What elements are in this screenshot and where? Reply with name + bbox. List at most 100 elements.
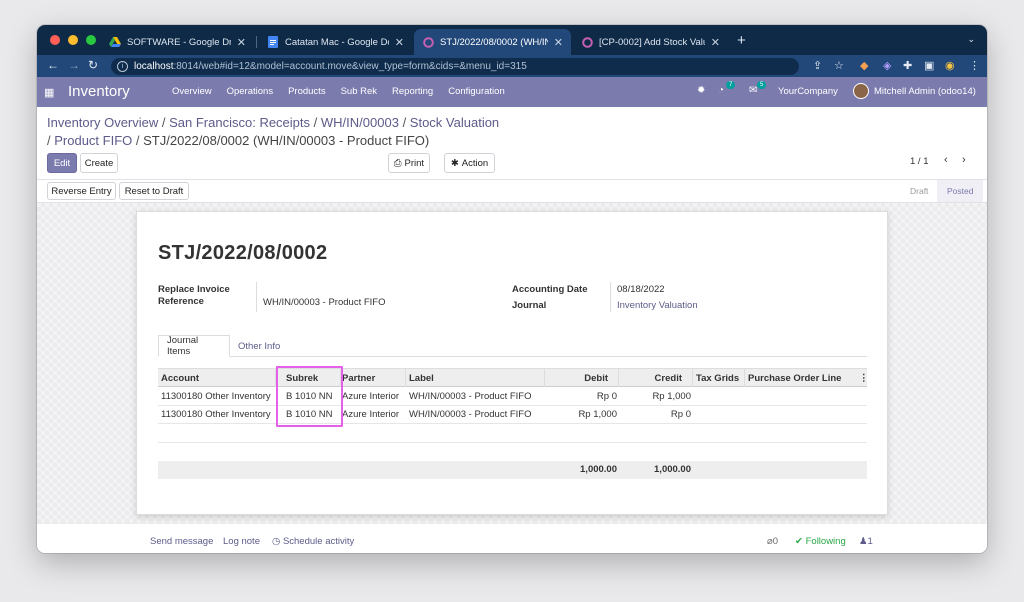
pager-next-icon[interactable]: ›	[962, 154, 966, 166]
close-window-button[interactable]	[50, 35, 60, 45]
minimize-window-button[interactable]	[68, 35, 78, 45]
breadcrumb-picking[interactable]: WH/IN/00003	[321, 115, 399, 130]
follower-count: 1	[867, 536, 873, 547]
browser-window: SOFTWARE - Google Drive ✕ Catatan Mac - …	[37, 25, 987, 553]
menu-item-reporting[interactable]: Reporting	[392, 86, 433, 97]
user-avatar[interactable]	[853, 83, 869, 99]
tab-search-chevron-icon[interactable]: ⌄	[967, 34, 975, 45]
form-sheet: STJ/2022/08/0002 Replace Invoice Referen…	[136, 211, 888, 515]
column-tax-grids[interactable]: Tax Grids	[696, 373, 739, 384]
breadcrumb-current: STJ/2022/08/0002 (WH/IN/00003 - Product …	[143, 133, 430, 148]
column-credit[interactable]: Credit	[620, 373, 682, 384]
send-message-button[interactable]: Send message	[150, 536, 213, 547]
app-name[interactable]: Inventory	[68, 83, 130, 100]
browser-tab-google-docs[interactable]: Catatan Mac - Google Dokumen ✕	[259, 29, 412, 55]
table-row[interactable]: 11300180 Other Inventory B 1010 NN Azure…	[158, 388, 867, 406]
empty-row[interactable]	[158, 424, 867, 443]
back-arrow-icon[interactable]: ←	[47, 58, 59, 72]
browser-tab-google-drive[interactable]: SOFTWARE - Google Drive ✕	[101, 29, 254, 55]
create-button[interactable]: Create	[80, 153, 118, 173]
optional-columns-icon[interactable]: ⋮	[859, 373, 869, 384]
schedule-activity-button[interactable]: ◷ Schedule activity	[272, 536, 354, 547]
following-label: Following	[805, 536, 846, 547]
column-partner[interactable]: Partner	[342, 373, 375, 384]
site-info-icon[interactable]: i	[117, 61, 128, 72]
tab-label: SOFTWARE - Google Drive	[127, 36, 231, 48]
activities-clock-icon[interactable]: ◔ 7	[718, 81, 736, 96]
pager-value[interactable]: 1 / 1	[910, 156, 929, 167]
schedule-activity-label: Schedule activity	[282, 536, 355, 547]
table-row[interactable]: 11300180 Other Inventory B 1010 NN Azure…	[158, 406, 867, 424]
journal-label: Journal	[512, 300, 547, 311]
breadcrumb-separator: /	[402, 115, 410, 130]
profile-icon[interactable]: ◉	[945, 59, 955, 72]
close-tab-icon[interactable]: ✕	[554, 36, 563, 49]
reload-icon[interactable]: ↻	[88, 58, 98, 72]
journal-field[interactable]: Inventory Valuation	[617, 300, 698, 311]
tab-other-info[interactable]: Other Info	[230, 335, 288, 357]
extension-badge-icon[interactable]: ◈	[883, 59, 891, 72]
column-account[interactable]: Account	[161, 373, 199, 384]
breadcrumb-product[interactable]: Product FIFO	[54, 133, 132, 148]
company-switcher[interactable]: YourCompany	[778, 86, 838, 97]
cell-label: WH/IN/00003 - Product FIFO	[409, 391, 532, 402]
edit-button[interactable]: Edit	[47, 153, 77, 173]
tab-label: STJ/2022/08/0002 (WH/IN/00003 - Product …	[440, 36, 548, 48]
column-debit[interactable]: Debit	[546, 373, 608, 384]
action-label: Action	[461, 157, 489, 169]
share-icon[interactable]: ⇪	[813, 59, 822, 72]
messages-chat-icon[interactable]: ✉ 5	[749, 81, 767, 96]
print-label: Print	[404, 157, 425, 169]
browser-tab-odoo-task[interactable]: [CP-0002] Add Stock Valuation ✕	[573, 29, 728, 55]
accounting-date-label: Accounting Date	[512, 284, 588, 295]
browser-tab-strip: SOFTWARE - Google Drive ✕ Catatan Mac - …	[37, 25, 987, 55]
breadcrumb-stock-valuation[interactable]: Stock Valuation	[410, 115, 499, 130]
table-footer-totals: 1,000.00 1,000.00	[158, 461, 867, 479]
odoo-icon	[581, 36, 593, 48]
column-divider	[405, 369, 406, 387]
column-label[interactable]: Label	[409, 373, 434, 384]
action-button[interactable]: ✱ Action	[444, 153, 495, 173]
maximize-window-button[interactable]	[86, 35, 96, 45]
breadcrumb-receipts[interactable]: San Francisco: Receipts	[169, 115, 310, 130]
debug-bug-icon[interactable]: ✹	[697, 85, 705, 96]
url-path: :8014/web#id=12&model=account.move&view_…	[173, 61, 527, 72]
reset-to-draft-button[interactable]: Reset to Draft	[119, 182, 189, 200]
close-tab-icon[interactable]: ✕	[395, 36, 404, 49]
record-title: STJ/2022/08/0002	[158, 242, 328, 264]
side-panel-icon[interactable]: ▣	[924, 59, 934, 72]
menu-item-configuration[interactable]: Configuration	[448, 86, 505, 97]
odoo-icon	[422, 36, 434, 48]
accounting-date-field[interactable]: 08/18/2022	[617, 284, 665, 295]
menu-item-operations[interactable]: Operations	[227, 86, 273, 97]
followers-button[interactable]: ♟1	[859, 536, 873, 547]
print-button[interactable]: ⎙ Print	[388, 153, 430, 173]
reverse-entry-button[interactable]: Reverse Entry	[47, 182, 116, 200]
menu-item-products[interactable]: Products	[288, 86, 326, 97]
attachments-button[interactable]: ⌀0	[767, 536, 778, 547]
pager-previous-icon[interactable]: ‹	[944, 154, 948, 166]
tab-journal-items[interactable]: Journal Items	[158, 335, 230, 357]
forward-arrow-icon[interactable]: →	[68, 58, 80, 72]
browser-tab-odoo-journal-entry[interactable]: STJ/2022/08/0002 (WH/IN/00003 - Product …	[414, 29, 571, 55]
new-tab-icon[interactable]: +	[737, 32, 746, 49]
following-button[interactable]: ✔ Following	[795, 536, 846, 547]
extensions-puzzle-icon[interactable]: ✚	[903, 59, 912, 72]
close-tab-icon[interactable]: ✕	[711, 36, 720, 49]
browser-menu-icon[interactable]: ⋮	[969, 59, 980, 72]
menu-item-sub-rek[interactable]: Sub Rek	[341, 86, 377, 97]
address-bar[interactable]: i localhost :8014/web#id=12&model=accoun…	[111, 58, 799, 75]
bookmark-star-icon[interactable]: ☆	[834, 59, 844, 72]
message-count-badge: 5	[757, 81, 767, 89]
log-note-button[interactable]: Log note	[223, 536, 260, 547]
column-divider	[618, 369, 619, 387]
apps-grid-icon[interactable]: ▦	[44, 86, 54, 99]
total-credit: 1,000.00	[654, 464, 691, 475]
user-menu[interactable]: Mitchell Admin (odoo14)	[874, 86, 976, 97]
reference-field[interactable]: WH/IN/00003 - Product FIFO	[263, 297, 385, 308]
extension-fox-icon[interactable]: ◆	[860, 59, 868, 72]
column-purchase-order-line[interactable]: Purchase Order Line	[748, 373, 841, 384]
menu-item-overview[interactable]: Overview	[172, 86, 212, 97]
close-tab-icon[interactable]: ✕	[237, 36, 246, 49]
breadcrumb-inventory-overview[interactable]: Inventory Overview	[47, 115, 158, 130]
